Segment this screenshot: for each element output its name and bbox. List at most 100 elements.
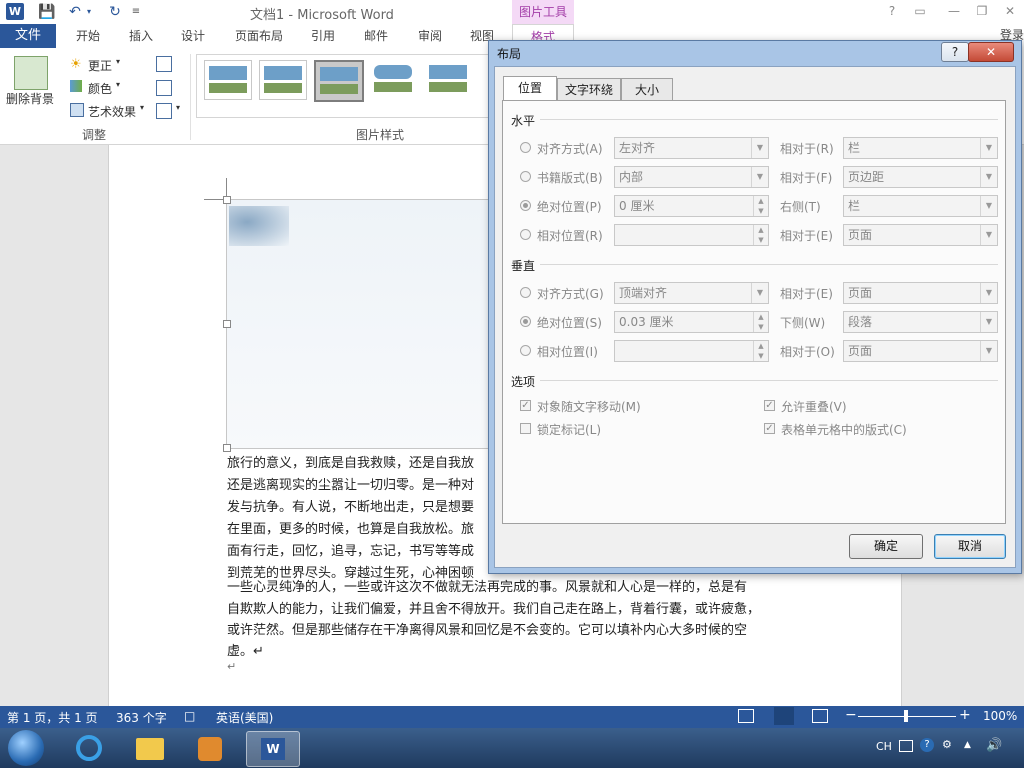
picture-style-thumb[interactable] — [259, 60, 307, 100]
close-window-icon[interactable]: ✕ — [998, 4, 1022, 20]
tray-settings-icon[interactable]: ⚙ — [942, 738, 952, 751]
h-alignment-select[interactable]: 左对齐 ▼ — [614, 137, 769, 159]
compress-pictures-icon[interactable] — [156, 56, 172, 72]
page-count[interactable]: 第 1 页，共 1 页 — [7, 709, 98, 726]
volume-icon[interactable]: 🔊 — [986, 738, 1002, 753]
spin-down-icon[interactable]: ▼ — [753, 322, 768, 332]
v-relative-relative-select[interactable]: 页面 ▼ — [843, 340, 998, 362]
corrections-button[interactable]: 更正 — [88, 57, 112, 74]
v-absolute-position-radio[interactable] — [520, 316, 531, 327]
input-language-indicator[interactable]: CH — [876, 740, 892, 753]
tab-text-wrapping[interactable]: 文字环绕 — [557, 78, 621, 101]
minimize-icon[interactable]: — — [942, 4, 966, 20]
tab-review[interactable]: 审阅 — [418, 24, 442, 48]
tab-file[interactable]: 文件 — [0, 24, 56, 48]
picture-style-thumb[interactable] — [204, 60, 252, 100]
allow-overlap-checkbox[interactable]: ✓ — [764, 400, 775, 411]
help-icon[interactable]: ? — [880, 4, 904, 20]
v-alignment-relative-select[interactable]: 页面 ▼ — [843, 282, 998, 304]
h-absolute-position-input[interactable]: 0 厘米 ▲ ▼ — [614, 195, 769, 217]
resize-handle[interactable] — [223, 320, 231, 328]
reset-picture-dropdown-icon[interactable]: ▾ — [176, 103, 180, 112]
h-absolute-relative-select[interactable]: 栏 ▼ — [843, 195, 998, 217]
file-explorer-icon[interactable] — [124, 731, 176, 765]
picture-style-thumb[interactable] — [370, 60, 416, 98]
undo-dropdown-icon[interactable]: ▾ — [84, 3, 94, 21]
spin-down-icon[interactable]: ▼ — [753, 206, 768, 216]
artistic-effects-dropdown-icon[interactable]: ▾ — [140, 103, 144, 112]
undo-icon[interactable]: ↶ — [66, 3, 84, 21]
h-absolute-position-radio[interactable] — [520, 200, 531, 211]
media-player-icon[interactable] — [184, 731, 236, 765]
zoom-slider-thumb[interactable] — [904, 710, 908, 722]
tab-mailings[interactable]: 邮件 — [364, 24, 388, 48]
move-with-text-checkbox[interactable]: ✓ — [520, 400, 531, 411]
color-dropdown-icon[interactable]: ▾ — [116, 80, 120, 89]
save-icon[interactable]: 💾 — [38, 3, 56, 21]
proofing-icon[interactable]: □ — [184, 709, 195, 723]
h-book-layout-select[interactable]: 内部 ▼ — [614, 166, 769, 188]
remove-background-icon[interactable] — [14, 56, 48, 90]
spin-up-icon[interactable]: ▲ — [753, 341, 768, 351]
v-relative-position-input[interactable]: ▲ ▼ — [614, 340, 769, 362]
tab-home[interactable]: 开始 — [76, 24, 100, 48]
resize-handle[interactable] — [223, 444, 231, 452]
spin-down-icon[interactable]: ▼ — [753, 351, 768, 361]
reset-picture-icon[interactable] — [156, 103, 172, 119]
redo-icon[interactable]: ↻ — [106, 3, 124, 21]
v-absolute-position-input[interactable]: 0.03 厘米 ▲ ▼ — [614, 311, 769, 333]
word-count[interactable]: 363 个字 — [116, 709, 167, 726]
spin-up-icon[interactable]: ▲ — [753, 196, 768, 206]
h-alignment-radio[interactable] — [520, 142, 531, 153]
inserted-picture[interactable] — [223, 196, 496, 452]
h-book-layout-relative-select[interactable]: 页边距 ▼ — [843, 166, 998, 188]
show-hidden-icons-icon[interactable]: ▲ — [964, 740, 971, 750]
ribbon-display-icon[interactable]: ▭ — [908, 4, 932, 20]
zoom-in-icon[interactable]: + — [959, 707, 971, 723]
internet-explorer-icon[interactable] — [64, 731, 116, 765]
customize-qat-icon[interactable]: ≡ — [130, 3, 142, 21]
v-alignment-select[interactable]: 顶端对齐 ▼ — [614, 282, 769, 304]
remove-background-button[interactable]: 删除背景 — [6, 90, 54, 107]
artistic-effects-button[interactable]: 艺术效果 — [88, 103, 136, 120]
v-alignment-radio[interactable] — [520, 287, 531, 298]
word-logo-icon[interactable]: W — [6, 3, 24, 20]
restore-icon[interactable]: ❐ — [970, 4, 994, 20]
h-relative-position-input[interactable]: ▲ ▼ — [614, 224, 769, 246]
spin-up-icon[interactable]: ▲ — [753, 225, 768, 235]
picture-style-thumb[interactable] — [425, 60, 471, 98]
tab-page-layout[interactable]: 页面布局 — [235, 24, 283, 48]
tab-insert[interactable]: 插入 — [129, 24, 153, 48]
dialog-help-button[interactable]: ? — [941, 42, 969, 62]
word-taskbar-icon[interactable]: W — [246, 731, 300, 767]
keyboard-icon[interactable] — [899, 740, 913, 752]
print-layout-icon[interactable] — [774, 707, 794, 725]
lock-anchor-checkbox[interactable] — [520, 423, 531, 434]
spin-up-icon[interactable]: ▲ — [753, 312, 768, 322]
web-layout-icon[interactable] — [812, 709, 828, 723]
tab-size[interactable]: 大小 — [621, 78, 673, 101]
tab-position[interactable]: 位置 — [503, 76, 557, 101]
corrections-dropdown-icon[interactable]: ▾ — [116, 57, 120, 66]
h-relative-relative-select[interactable]: 页面 ▼ — [843, 224, 998, 246]
v-absolute-relative-select[interactable]: 段落 ▼ — [843, 311, 998, 333]
h-alignment-relative-select[interactable]: 栏 ▼ — [843, 137, 998, 159]
picture-style-thumb[interactable] — [314, 60, 364, 102]
zoom-out-icon[interactable]: − — [845, 707, 857, 723]
color-button[interactable]: 颜色 — [88, 80, 112, 97]
start-button-icon[interactable] — [8, 730, 44, 766]
resize-handle[interactable] — [223, 196, 231, 204]
spin-down-icon[interactable]: ▼ — [753, 235, 768, 245]
zoom-level[interactable]: 100% — [983, 709, 1017, 723]
dialog-close-button[interactable]: ✕ — [968, 42, 1014, 62]
read-mode-icon[interactable] — [738, 709, 754, 723]
tab-design[interactable]: 设计 — [181, 24, 205, 48]
cancel-button[interactable]: 取消 — [934, 534, 1006, 559]
help-tray-icon[interactable]: ? — [920, 738, 934, 752]
h-relative-position-radio[interactable] — [520, 229, 531, 240]
h-book-layout-radio[interactable] — [520, 171, 531, 182]
v-relative-position-radio[interactable] — [520, 345, 531, 356]
ok-button[interactable]: 确定 — [849, 534, 923, 559]
tab-references[interactable]: 引用 — [311, 24, 335, 48]
change-picture-icon[interactable] — [156, 80, 172, 96]
